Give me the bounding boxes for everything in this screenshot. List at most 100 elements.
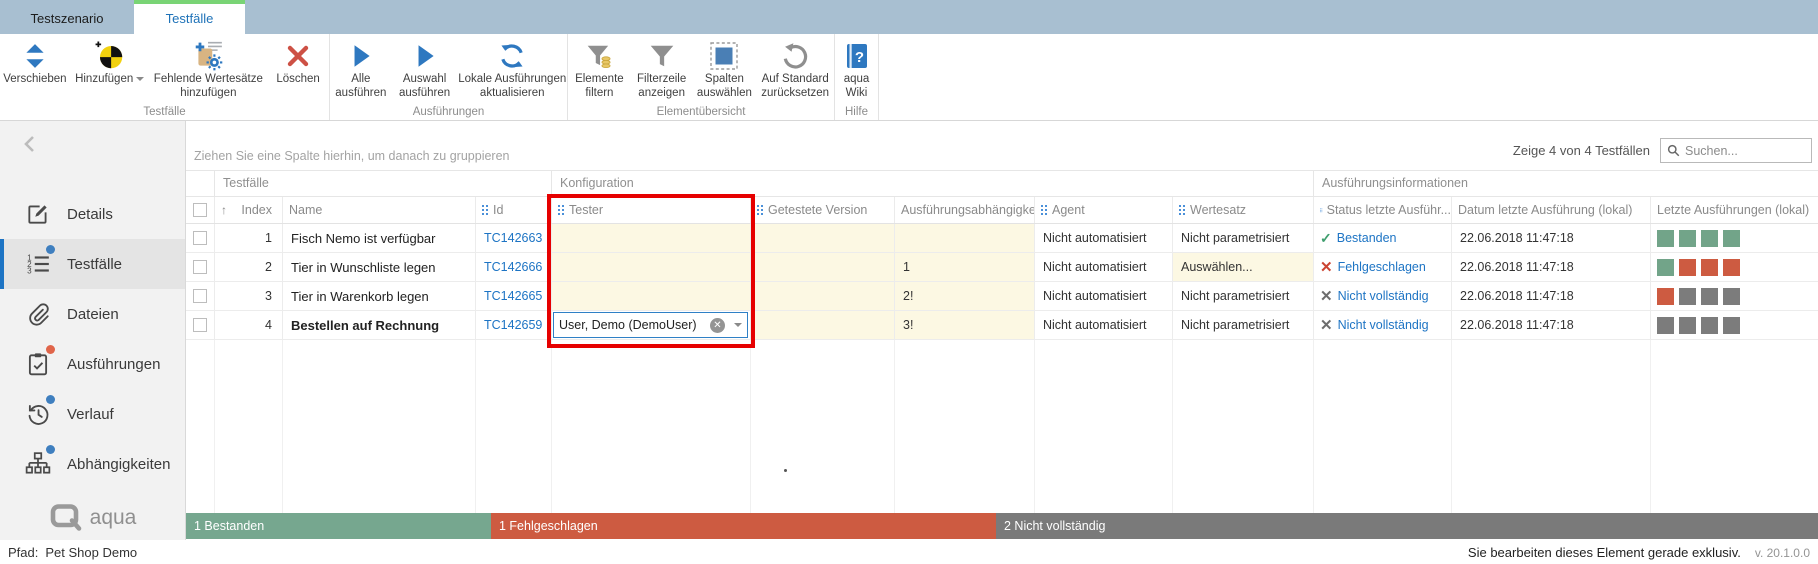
column-header-tester[interactable]: Tester xyxy=(552,197,751,223)
select-all-checkbox[interactable] xyxy=(193,203,207,217)
sidebar-collapse-button[interactable] xyxy=(0,121,185,167)
dependency-cell[interactable]: 2! xyxy=(895,282,1035,310)
tab-testfaelle[interactable]: Testfälle xyxy=(134,4,245,34)
execution-square xyxy=(1723,288,1740,305)
attachment-icon xyxy=(24,301,51,328)
add-icon xyxy=(95,39,125,73)
id-link[interactable]: TC142663 xyxy=(476,224,552,252)
id-link[interactable]: TC142666 xyxy=(476,253,552,281)
dependency-cell[interactable]: 1 xyxy=(895,253,1035,281)
chevron-down-icon[interactable] xyxy=(734,323,742,327)
search-box[interactable] xyxy=(1660,138,1812,163)
column-header-ausfuehrungsabhaengigkeit[interactable]: Ausführungsabhängigke xyxy=(895,197,1035,223)
testcase-grid: Ziehen Sie eine Spalte hierhin, um danac… xyxy=(185,121,1818,540)
badge-blue xyxy=(46,395,55,404)
column-header-wertesatz[interactable]: Wertesatz xyxy=(1173,197,1314,223)
last-date-cell: 22.06.2018 11:47:18 xyxy=(1452,253,1651,281)
execution-square xyxy=(1679,259,1696,276)
grid-empty-area xyxy=(186,340,1818,513)
path-label: Pfad: xyxy=(8,545,38,560)
add-values-icon xyxy=(192,39,224,73)
sidebar-item-testfaelle[interactable]: 123 Testfälle xyxy=(0,239,185,289)
hinzufuegen-button[interactable]: Hinzufügen xyxy=(70,34,150,104)
column-header-index[interactable]: Index xyxy=(215,197,283,223)
lokale-ausfuehrungen-button[interactable]: Lokale Ausführungen aktualisieren xyxy=(457,34,567,104)
execution-square xyxy=(1657,317,1674,334)
status-passed-icon xyxy=(1320,230,1332,247)
verschieben-button[interactable]: Verschieben xyxy=(0,34,70,104)
row-checkbox[interactable] xyxy=(193,289,207,303)
elemente-filtern-button[interactable]: Elemente filtern xyxy=(568,34,631,104)
badge-blue xyxy=(46,245,55,254)
agent-cell: Nicht automatisiert xyxy=(1035,253,1173,281)
columns-icon xyxy=(709,39,739,73)
band-ausfuehrungsinformationen[interactable]: Ausführungsinformationen xyxy=(1314,171,1818,196)
status-cell[interactable]: Fehlgeschlagen xyxy=(1314,253,1452,281)
row-count-label: Zeige 4 von 4 Testfällen xyxy=(1513,143,1650,158)
sidebar-item-label: Details xyxy=(67,206,113,223)
fehlende-wertesaetze-button[interactable]: Fehlende Wertesätze hinzufügen xyxy=(150,34,268,104)
version-cell[interactable] xyxy=(751,282,895,310)
tester-cell[interactable] xyxy=(552,224,751,252)
band-konfiguration[interactable]: Konfiguration xyxy=(552,171,1314,196)
alle-ausfuehren-button[interactable]: Alle ausführen xyxy=(330,34,392,104)
column-grip-icon xyxy=(1320,205,1323,216)
valueset-cell: Nicht parametrisiert xyxy=(1173,311,1314,339)
select-all-cell xyxy=(186,197,215,223)
auf-standard-button[interactable]: Auf Standard zurücksetzen xyxy=(756,34,834,104)
id-link[interactable]: TC142659 xyxy=(476,311,552,339)
dependency-cell[interactable]: 3! xyxy=(895,311,1035,339)
version-cell[interactable] xyxy=(751,224,895,252)
tester-cell[interactable] xyxy=(552,282,751,310)
band-testfaelle[interactable]: Testfälle xyxy=(215,171,552,196)
auswahl-ausfuehren-label: Auswahl ausführen xyxy=(392,73,458,100)
sidebar-item-ausfuehrungen[interactable]: Ausführungen xyxy=(0,339,185,389)
column-header-id[interactable]: Id xyxy=(476,197,552,223)
clear-icon[interactable]: ✕ xyxy=(710,318,725,333)
id-link[interactable]: TC142665 xyxy=(476,282,552,310)
tester-cell: User, Demo (DemoUser) ✕ xyxy=(552,311,751,339)
column-header-getestete-version[interactable]: Getestete Version xyxy=(751,197,895,223)
status-cell[interactable]: Bestanden xyxy=(1314,224,1452,252)
column-grip-icon xyxy=(558,205,565,216)
status-cell[interactable]: Nicht vollständig xyxy=(1314,282,1452,310)
version-cell[interactable] xyxy=(751,311,895,339)
filterzeile-anzeigen-label: Filterzeile anzeigen xyxy=(631,73,693,100)
wiki-icon: ? xyxy=(844,39,870,73)
sidebar-item-dateien[interactable]: Dateien xyxy=(0,289,185,339)
test-list-icon: 123 xyxy=(24,251,51,278)
dependency-cell[interactable] xyxy=(895,224,1035,252)
search-input[interactable] xyxy=(1685,144,1795,158)
auswahl-ausfuehren-button[interactable]: Auswahl ausführen xyxy=(392,34,458,104)
sidebar-item-verlauf[interactable]: Verlauf xyxy=(0,389,185,439)
execution-square xyxy=(1679,317,1696,334)
column-header-letzte-ausfuehrungen[interactable]: Letzte Ausführungen (lokal) xyxy=(1651,197,1818,223)
badge-red xyxy=(46,345,55,354)
column-header-status[interactable]: Status letzte Ausführ... xyxy=(1314,197,1452,223)
valueset-cell[interactable]: Auswählen... xyxy=(1173,253,1314,281)
execution-square xyxy=(1701,230,1718,247)
version-cell[interactable] xyxy=(751,253,895,281)
status-cell[interactable]: Nicht vollständig xyxy=(1314,311,1452,339)
chevron-left-icon xyxy=(18,132,42,156)
verschieben-label: Verschieben xyxy=(3,73,66,87)
filterzeile-anzeigen-button[interactable]: Filterzeile anzeigen xyxy=(631,34,693,104)
sidebar-item-label: Abhängigkeiten xyxy=(67,456,170,473)
sidebar-item-details[interactable]: Details xyxy=(0,189,185,239)
row-checkbox[interactable] xyxy=(193,318,207,332)
spalten-auswaehlen-button[interactable]: Spalten auswählen xyxy=(693,34,757,104)
column-header-name[interactable]: Name xyxy=(283,197,476,223)
row-checkbox[interactable] xyxy=(193,231,207,245)
row-checkbox[interactable] xyxy=(193,260,207,274)
column-header-datum[interactable]: Datum letzte Ausführung (lokal) xyxy=(1452,197,1651,223)
loeschen-button[interactable]: Löschen xyxy=(267,34,329,104)
executions-cell xyxy=(1651,282,1818,310)
execution-square xyxy=(1657,259,1674,276)
sidebar-item-abhaengigkeiten[interactable]: Abhängigkeiten xyxy=(0,439,185,489)
tab-testszenario[interactable]: Testszenario xyxy=(12,4,122,34)
aqua-wiki-button[interactable]: ? aqua Wiki xyxy=(835,34,878,104)
tester-cell[interactable] xyxy=(552,253,751,281)
column-header-agent[interactable]: Agent xyxy=(1035,197,1173,223)
tester-editor[interactable]: User, Demo (DemoUser) ✕ xyxy=(553,312,748,338)
sidebar-item-label: Dateien xyxy=(67,306,119,323)
